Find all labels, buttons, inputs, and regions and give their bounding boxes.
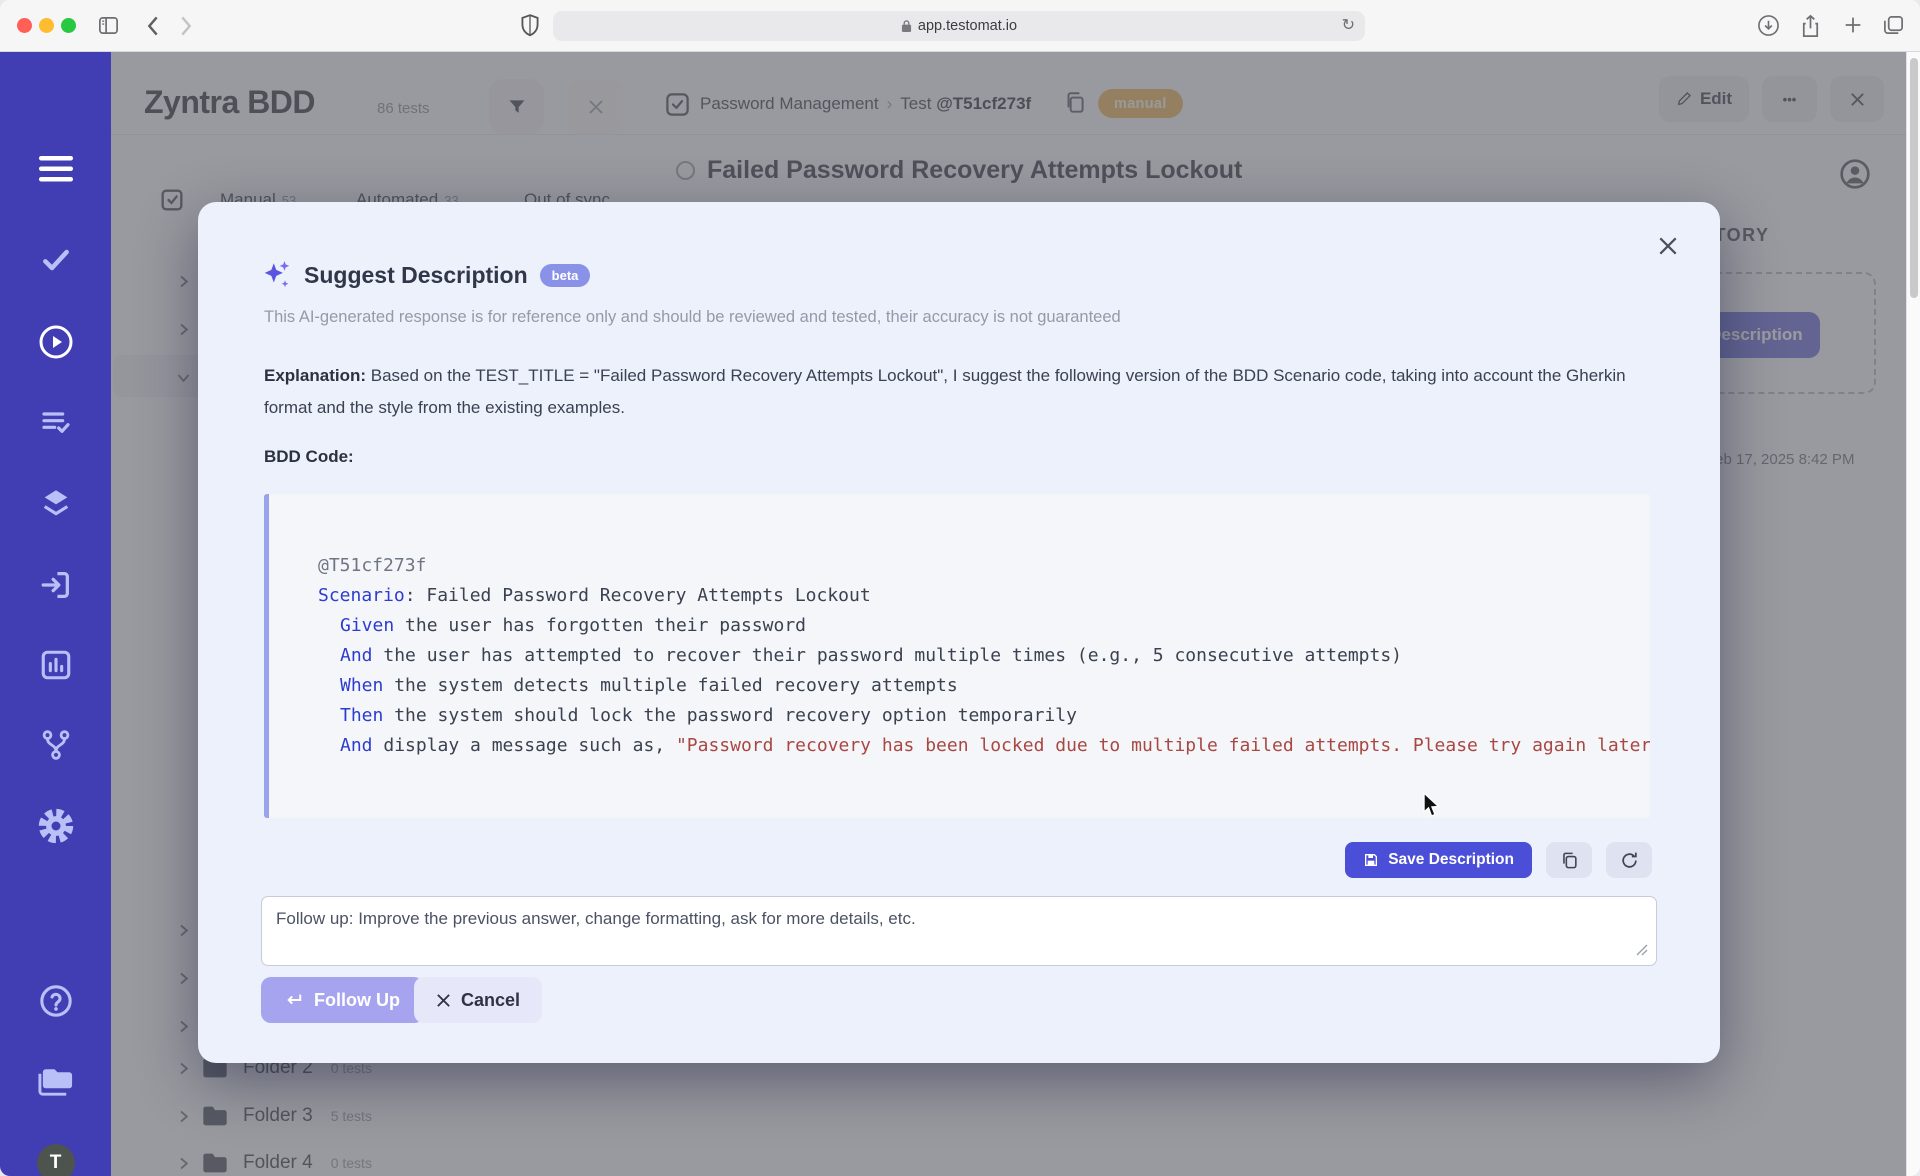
url-text: app.testomat.io xyxy=(917,18,1018,34)
login-arrow-icon xyxy=(41,572,69,598)
lock-icon xyxy=(901,20,912,32)
code-keyword: And xyxy=(340,645,373,666)
tab-overview-icon[interactable] xyxy=(1882,14,1905,37)
follow-up-button[interactable]: Follow Up xyxy=(261,977,424,1023)
code-keyword: When xyxy=(340,675,384,696)
avatar-letter: T xyxy=(36,1144,75,1176)
browser-window: Zyntra BDD 86 tests Password Management›… xyxy=(0,0,1920,1176)
explanation-text: Based on the TEST_TITLE = "Failed Passwo… xyxy=(264,366,1626,417)
modal-header: Suggest Description beta xyxy=(262,259,591,291)
window-close-button[interactable] xyxy=(17,18,32,33)
code-keyword: Scenario xyxy=(318,585,405,606)
bdd-code-label: BDD Code: xyxy=(264,447,354,466)
code-keyword: Then xyxy=(340,705,384,726)
sidebar-item-menu[interactable] xyxy=(0,154,111,184)
help-icon xyxy=(39,985,72,1017)
code-text: the system detects multiple failed recov… xyxy=(383,675,958,696)
sidebar-item-tests[interactable] xyxy=(0,244,111,276)
code-line: And display a message such as, "Password… xyxy=(318,731,1650,761)
check-icon xyxy=(42,249,69,271)
browser-chrome: app.testomat.io ↻ xyxy=(0,0,1920,52)
gear-icon xyxy=(38,808,73,844)
modal-close-button[interactable] xyxy=(1650,228,1686,264)
window-zoom-button[interactable] xyxy=(61,18,76,33)
code-line: When the system detects multiple failed … xyxy=(318,671,1650,701)
sidebar-item-branches[interactable] xyxy=(0,728,111,762)
code-text: the user has attempted to recover their … xyxy=(372,645,1403,666)
code-line: Scenario: Failed Password Recovery Attem… xyxy=(318,581,1650,611)
mouse-cursor xyxy=(1423,792,1441,817)
new-tab-icon[interactable] xyxy=(1842,14,1864,36)
privacy-shield-icon[interactable] xyxy=(519,13,541,39)
menu-icon xyxy=(38,156,73,182)
code-keyword: Given xyxy=(340,615,395,636)
resize-grip-icon[interactable] xyxy=(1636,944,1648,956)
refresh-icon xyxy=(1621,852,1637,868)
sidebar-toggle-icon[interactable] xyxy=(97,14,120,37)
folders-icon xyxy=(37,1069,72,1096)
code-text: : Failed Password Recovery Attempts Lock… xyxy=(404,585,871,606)
sidebar-item-import[interactable] xyxy=(0,568,111,602)
explanation-paragraph: Explanation: Based on the TEST_TITLE = "… xyxy=(264,360,1639,424)
follow-up-label: Follow Up xyxy=(314,989,400,1010)
close-icon xyxy=(437,993,450,1007)
share-icon[interactable] xyxy=(1799,14,1822,39)
ai-disclaimer: This AI-generated response is for refere… xyxy=(264,308,1121,326)
code-line: @T51cf273f xyxy=(318,551,1650,581)
close-icon xyxy=(1659,237,1677,255)
layers-icon xyxy=(43,490,68,516)
code-text: display a message such as, xyxy=(372,735,676,756)
code-line: And the user has attempted to recover th… xyxy=(318,641,1650,671)
app-sidebar: T xyxy=(0,52,111,1176)
sidebar-item-projects[interactable] xyxy=(0,1064,111,1098)
explanation-label: Explanation: xyxy=(264,366,367,385)
branch-icon xyxy=(42,730,69,760)
cancel-label: Cancel xyxy=(461,989,521,1010)
sparkles-icon xyxy=(264,261,290,288)
sidebar-item-analytics[interactable] xyxy=(0,648,111,682)
sidebar-item-suites[interactable] xyxy=(0,486,111,520)
reload-icon[interactable]: ↻ xyxy=(1342,15,1355,35)
code-actions-row: Save Description xyxy=(1345,842,1652,878)
scrollbar-thumb[interactable] xyxy=(1910,58,1918,298)
regenerate-button[interactable] xyxy=(1606,842,1652,878)
user-avatar[interactable]: T xyxy=(0,1144,111,1176)
save-label: Save Description xyxy=(1388,851,1514,868)
list-check-icon xyxy=(41,412,70,433)
code-text: the user has forgotten their password xyxy=(394,615,806,636)
sidebar-item-help[interactable] xyxy=(0,984,111,1018)
save-description-button[interactable]: Save Description xyxy=(1345,842,1532,878)
code-text: the system should lock the password reco… xyxy=(383,705,1077,726)
followup-input[interactable] xyxy=(261,896,1657,966)
modal-title: Suggest Description xyxy=(304,261,528,288)
sidebar-item-settings[interactable] xyxy=(0,808,111,844)
bdd-code-block[interactable]: @T51cf273f Scenario: Failed Password Rec… xyxy=(264,494,1650,818)
address-bar[interactable]: app.testomat.io ↻ xyxy=(553,11,1365,41)
sidebar-item-test-plans[interactable] xyxy=(0,406,111,438)
sidebar-item-runs[interactable] xyxy=(0,324,111,360)
downloads-icon[interactable] xyxy=(1757,14,1780,37)
code-line: Then the system should lock the password… xyxy=(318,701,1650,731)
suggest-description-modal: Suggest Description beta This AI-generat… xyxy=(198,202,1720,1063)
code-keyword: And xyxy=(340,735,373,756)
forward-icon[interactable] xyxy=(176,15,196,37)
play-circle-icon xyxy=(39,325,72,359)
code-line: Given the user has forgotten their passw… xyxy=(318,611,1650,641)
page-scrollbar[interactable] xyxy=(1906,52,1920,1176)
back-icon[interactable] xyxy=(143,15,163,37)
code-tag: @T51cf273f xyxy=(318,555,427,576)
beta-badge: beta xyxy=(539,263,591,287)
code-string: "Password recovery has been locked due t… xyxy=(675,735,1650,756)
cancel-button[interactable]: Cancel xyxy=(414,977,543,1023)
copy-code-button[interactable] xyxy=(1546,842,1592,878)
window-minimize-button[interactable] xyxy=(39,18,54,33)
save-icon xyxy=(1365,854,1378,866)
copy-icon xyxy=(1562,852,1577,868)
bar-chart-icon xyxy=(41,650,70,680)
return-arrow-icon xyxy=(287,994,302,1005)
